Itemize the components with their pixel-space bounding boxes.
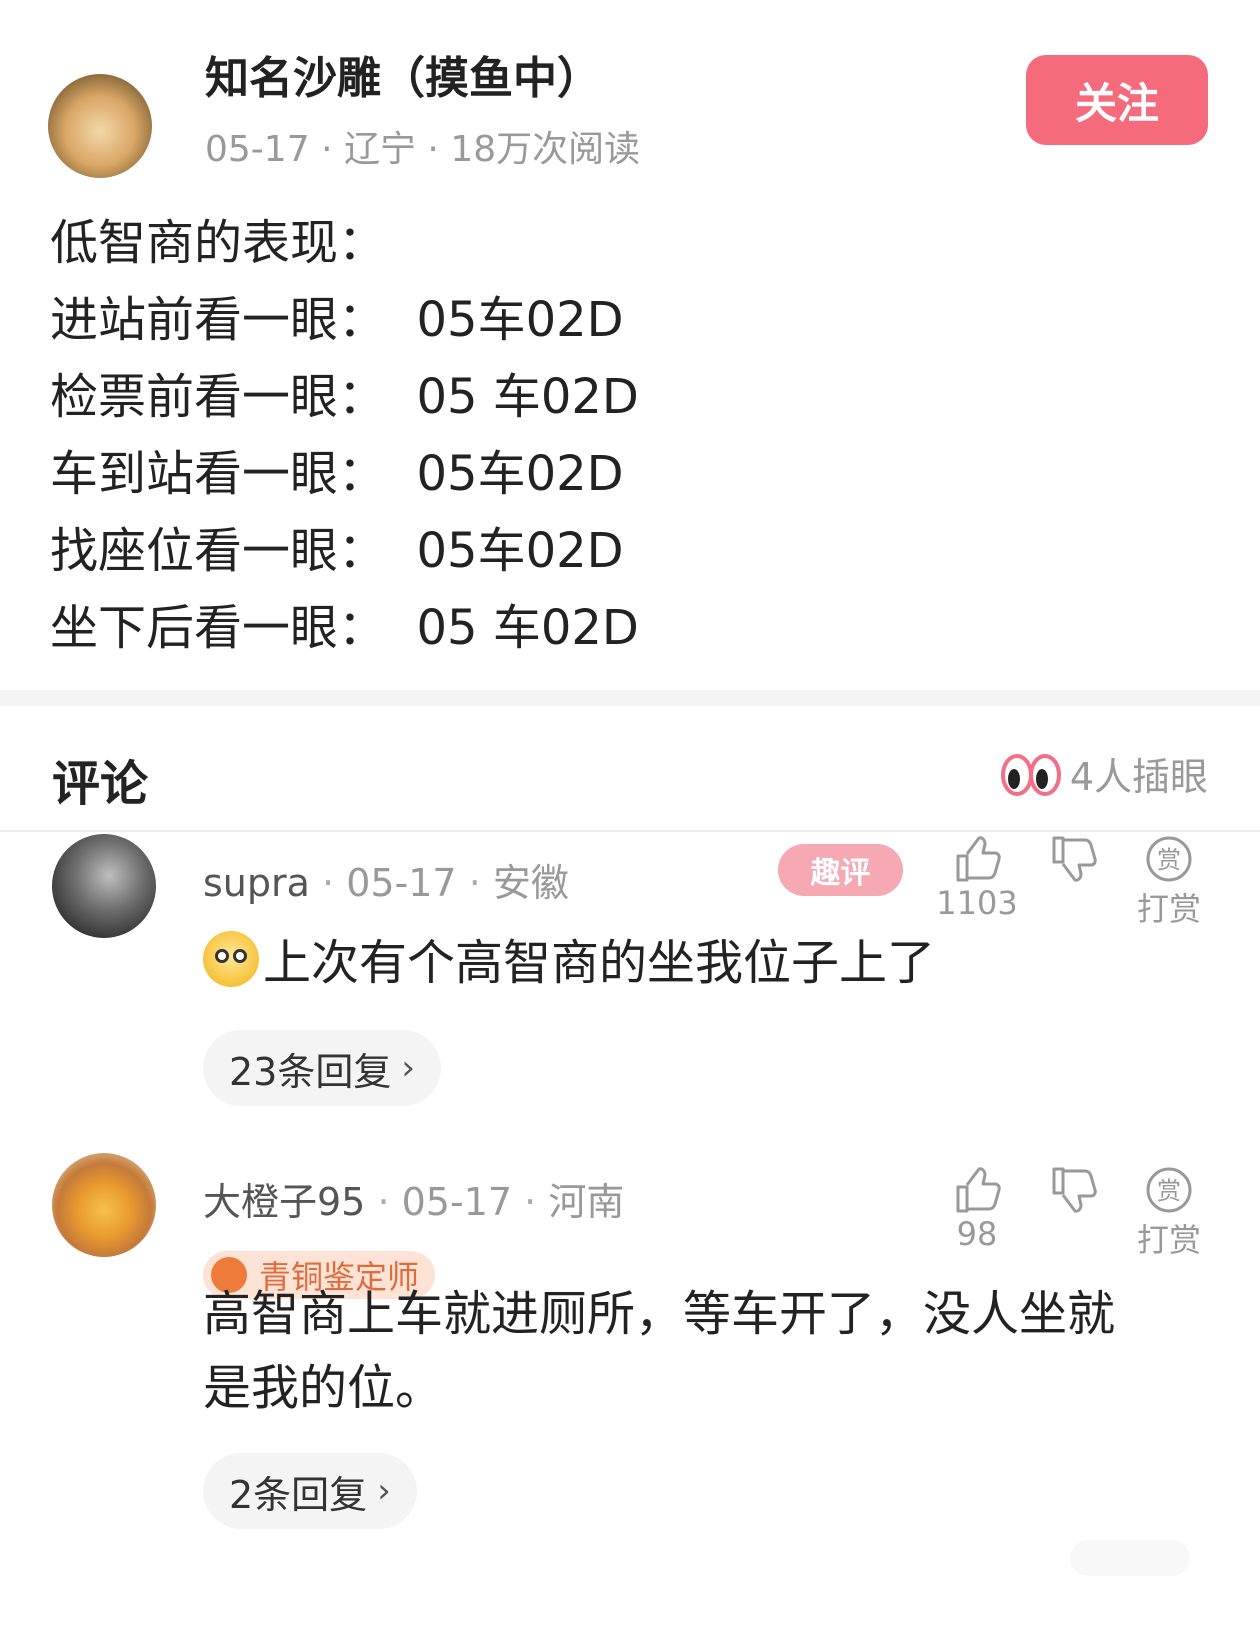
comment-text: 上次有个高智商的坐我位子上了 <box>203 926 935 1000</box>
post-date: 05-17 <box>205 129 310 170</box>
eyes-icon <box>1000 753 1061 796</box>
svg-text:赏: 赏 <box>1157 1177 1181 1205</box>
peek-text: 4人插眼 <box>1069 755 1208 799</box>
thumbs-down-icon <box>1052 1167 1097 1213</box>
comment-item: 大橙子95 · 05-17 · 河南 青铜鉴定师 98 赏 打赏 高智商上车就进… <box>0 1153 1260 1543</box>
like-count: 1103 <box>936 884 1018 922</box>
reply-count: 23条回复 <box>229 1049 392 1094</box>
commenter-avatar[interactable] <box>52 834 156 938</box>
reward-icon: 赏 <box>1146 1167 1192 1213</box>
post-line: 车到站看一眼： 05车02D <box>50 446 624 502</box>
like-button[interactable]: 1103 <box>932 834 1022 922</box>
thumbs-up-icon <box>956 836 1001 882</box>
hot-comment-badge: 趣评 <box>778 844 903 896</box>
chevron-right-icon: › <box>377 1471 391 1511</box>
post-meta: 05-17 · 辽宁 · 18万次阅读 <box>205 129 641 170</box>
like-button[interactable]: 98 <box>932 1165 1022 1253</box>
comment-location: 河南 <box>548 1180 625 1224</box>
reward-icon: 赏 <box>1146 836 1192 882</box>
comment-meta: supra · 05-17 · 安徽 <box>203 861 569 905</box>
post-body: 低智商的表现： 进站前看一眼： 05车02D 检票前看一眼： 05 车02D 车… <box>50 205 639 667</box>
comments-title: 评论 <box>52 756 149 812</box>
svg-text:赏: 赏 <box>1157 846 1181 874</box>
author-name[interactable]: 知名沙雕（摸鱼中） <box>205 42 601 106</box>
watermark <box>1070 1540 1190 1576</box>
commenter-name[interactable]: 大橙子95 <box>203 1180 365 1224</box>
post-line: 找座位看一眼： 05车02D <box>50 523 624 579</box>
post-line: 进站前看一眼： 05车02D <box>50 292 624 348</box>
view-replies-button[interactable]: 2条回复 › <box>203 1453 417 1529</box>
comment-meta: 大橙子95 · 05-17 · 河南 <box>203 1180 625 1224</box>
comment-text: 高智商上车就进厕所，等车开了，没人坐就 是我的位。 <box>203 1286 1116 1416</box>
comment-location: 安徽 <box>492 861 569 905</box>
follow-button[interactable]: 关注 <box>1026 55 1208 145</box>
commenter-avatar[interactable] <box>52 1153 156 1257</box>
post-reads: 18万次阅读 <box>450 129 641 170</box>
smile-emoji-icon <box>203 931 259 987</box>
chevron-right-icon: › <box>401 1048 415 1088</box>
reply-count: 2条回复 <box>229 1472 368 1517</box>
commenter-name[interactable]: supra <box>203 861 310 905</box>
view-replies-button[interactable]: 23条回复 › <box>203 1030 441 1106</box>
reward-button[interactable]: 赏 打赏 <box>1124 834 1214 930</box>
thumbs-up-icon <box>956 1167 1001 1213</box>
peek-counter[interactable]: 4人插眼 <box>1000 746 1208 801</box>
comment-date: 05-17 <box>346 861 457 905</box>
post-line: 坐下后看一眼： 05 车02D <box>50 600 639 656</box>
comment-item: supra · 05-17 · 安徽 趣评 1103 赏 打赏 上次有个高智商的… <box>0 834 1260 1114</box>
dislike-button[interactable] <box>1028 1165 1118 1215</box>
author-avatar[interactable] <box>48 74 152 178</box>
post-line: 低智商的表现： <box>50 215 387 271</box>
section-divider <box>0 690 1260 706</box>
reward-label: 打赏 <box>1136 1221 1201 1259</box>
comments-header: 评论 4人插眼 <box>0 706 1260 832</box>
like-count: 98 <box>956 1215 998 1253</box>
post-location: 辽宁 <box>343 129 416 170</box>
comment-date: 05-17 <box>401 1180 513 1224</box>
thumbs-down-icon <box>1052 836 1097 882</box>
reward-label: 打赏 <box>1136 890 1201 928</box>
reward-button[interactable]: 赏 打赏 <box>1124 1165 1214 1261</box>
dislike-button[interactable] <box>1028 834 1118 884</box>
post-card: 知名沙雕（摸鱼中） 05-17 · 辽宁 · 18万次阅读 关注 低智商的表现：… <box>0 0 1260 690</box>
post-line: 检票前看一眼： 05 车02D <box>50 369 639 425</box>
